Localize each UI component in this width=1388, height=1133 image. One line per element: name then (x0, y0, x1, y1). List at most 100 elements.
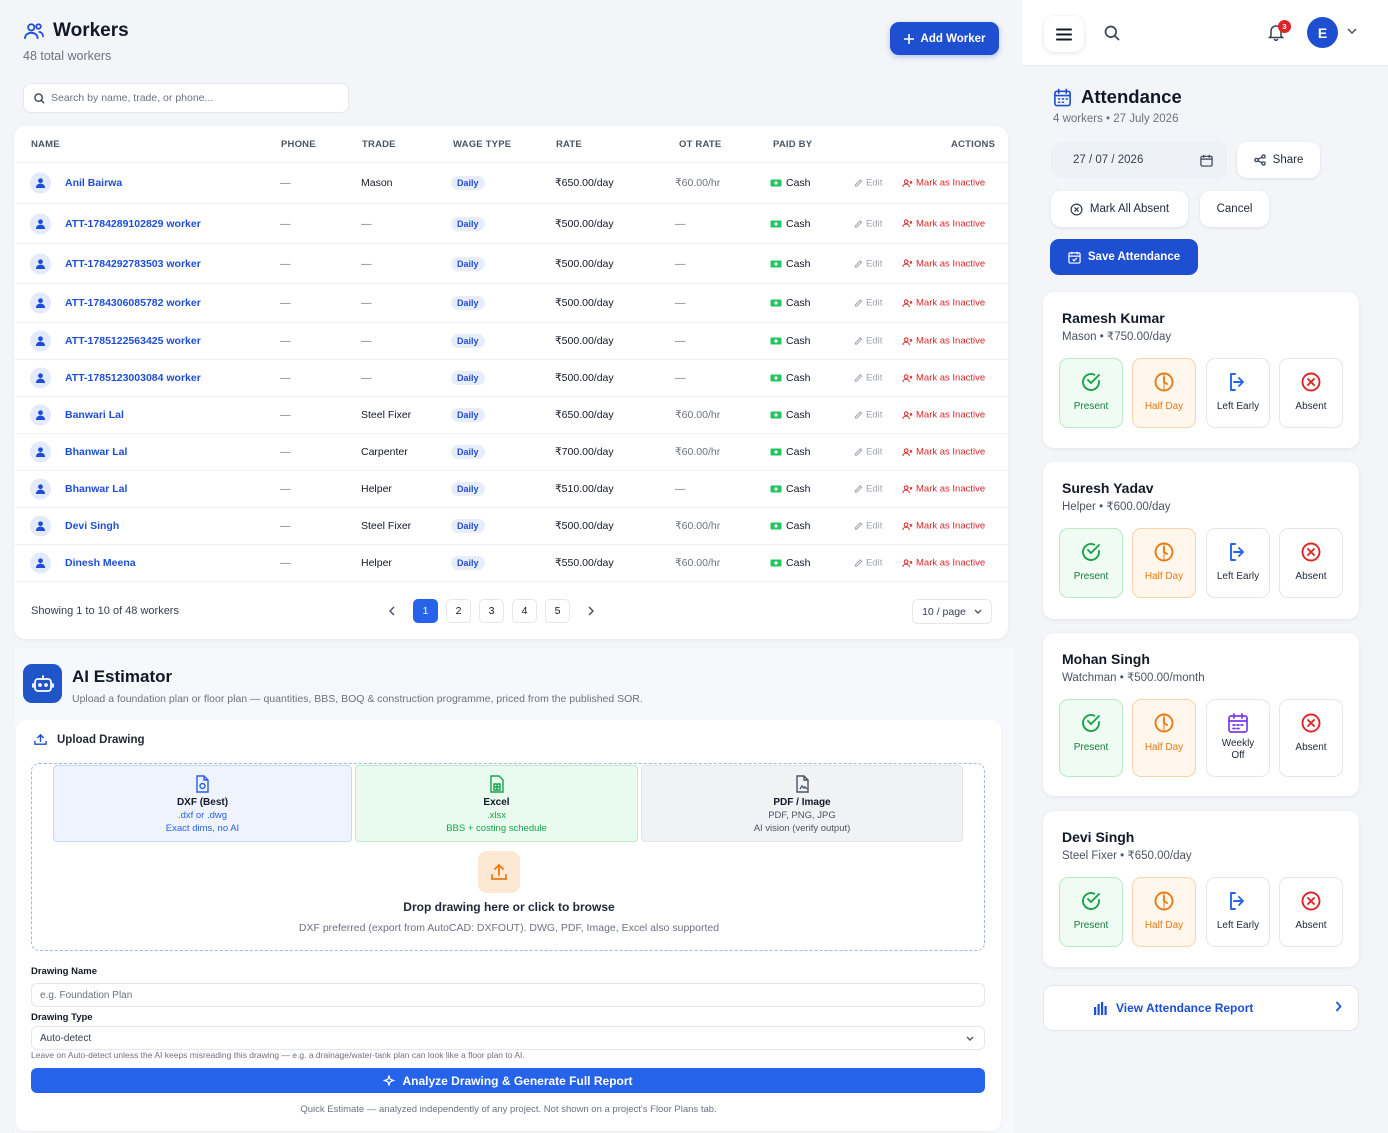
status-present-button[interactable]: Present (1059, 699, 1123, 777)
status-half-day-button[interactable]: Half Day (1132, 528, 1196, 598)
mark-inactive-button[interactable]: Mark as Inactive (902, 336, 985, 347)
prev-page-button[interactable] (380, 599, 405, 623)
file-code-icon (195, 775, 210, 793)
option-pdf-title: PDF / Image (773, 797, 831, 808)
drawing-type-select[interactable]: Auto-detect (31, 1026, 985, 1050)
status-present-button[interactable]: Present (1059, 358, 1123, 428)
mark-inactive-label: Mark as Inactive (916, 218, 986, 229)
worker-ot-rate: ₹60.00/hr (675, 409, 721, 421)
worker-name-link[interactable]: Bhanwar Lal (65, 483, 127, 495)
edit-button[interactable]: Edit (854, 178, 882, 189)
user-icon (30, 552, 51, 574)
calendar-icon[interactable] (1200, 154, 1213, 167)
mark-inactive-button[interactable]: Mark as Inactive (902, 558, 985, 569)
mark-inactive-button[interactable]: Mark as Inactive (902, 484, 985, 495)
page-button-3[interactable]: 3 (479, 599, 504, 623)
status-half-day-button[interactable]: Half Day (1132, 358, 1196, 428)
worker-trade: Steel Fixer (361, 520, 412, 532)
estimator-title: AI Estimator (72, 667, 173, 686)
option-dxf-title: DXF (Best) (176, 797, 229, 808)
page-button-2[interactable]: 2 (446, 599, 471, 623)
edit-button[interactable]: Edit (854, 373, 882, 384)
analyze-button[interactable]: Analyze Drawing & Generate Full Report (31, 1068, 985, 1093)
mark-inactive-button[interactable]: Mark as Inactive (902, 258, 985, 269)
worker-name-link[interactable]: ATT-1784292783503 worker (65, 258, 201, 270)
status-absent-button[interactable]: Absent (1279, 699, 1343, 777)
cancel-button[interactable]: Cancel (1200, 191, 1269, 227)
worker-name-link[interactable]: Anil Bairwa (65, 177, 122, 189)
paid-by: Cash (770, 218, 811, 230)
mark-all-absent-button[interactable]: Mark All Absent (1051, 191, 1188, 227)
status-present-button[interactable]: Present (1059, 528, 1123, 598)
mark-inactive-button[interactable]: Mark as Inactive (902, 178, 985, 189)
drop-zone[interactable]: DXF (Best) .dxf or .dwg Exact dims, no A… (31, 763, 985, 951)
worker-name-link[interactable]: Bhanwar Lal (65, 446, 127, 458)
status-left-early-button[interactable]: Left Early (1206, 877, 1270, 947)
mark-inactive-button[interactable]: Mark as Inactive (902, 373, 985, 384)
drawing-name-input[interactable]: e.g. Foundation Plan (31, 983, 985, 1007)
worker-name-link[interactable]: ATT-1785122563425 worker (65, 335, 201, 347)
date-input[interactable]: 27 / 07 / 2026 (1051, 142, 1227, 178)
mark-inactive-button[interactable]: Mark as Inactive (902, 521, 985, 532)
save-attendance-button[interactable]: Save Attendance (1050, 239, 1198, 275)
worker-name-link[interactable]: Banwari Lal (65, 409, 124, 421)
check-circle-icon (1080, 890, 1102, 912)
page-button-4[interactable]: 4 (512, 599, 537, 623)
worker-name-link[interactable]: ATT-1785123003084 worker (65, 372, 201, 384)
edit-button[interactable]: Edit (854, 484, 882, 495)
status-absent-button[interactable]: Absent (1279, 877, 1343, 947)
table-row: ATT-1784306085782 worker — — Daily ₹500.00/d… (14, 284, 1008, 323)
search-icon[interactable] (1104, 25, 1120, 41)
status-half-day-button[interactable]: Half Day (1132, 877, 1196, 947)
status-half-day-button[interactable]: Half Day (1132, 699, 1196, 777)
clock-half-icon (1153, 541, 1175, 563)
mark-inactive-button[interactable]: Mark as Inactive (902, 218, 985, 229)
worker-name-link[interactable]: Dinesh Meena (65, 557, 136, 569)
status-left-early-button[interactable]: Left Early (1206, 528, 1270, 598)
mark-inactive-button[interactable]: Mark as Inactive (902, 447, 985, 458)
user-icon (30, 213, 51, 234)
menu-button[interactable] (1044, 16, 1084, 52)
wage-type-badge: Daily (451, 256, 485, 271)
share-button[interactable]: Share (1237, 142, 1320, 178)
mark-inactive-button[interactable]: Mark as Inactive (902, 410, 985, 421)
edit-button[interactable]: Edit (854, 218, 882, 229)
edit-button[interactable]: Edit (854, 410, 882, 421)
page-button-5[interactable]: 5 (545, 599, 570, 623)
edit-button[interactable]: Edit (854, 258, 882, 269)
status-absent-button[interactable]: Absent (1279, 358, 1343, 428)
status-weekly-off-button[interactable]: Weekly Off (1206, 699, 1270, 777)
pagination-summary: Showing 1 to 10 of 48 workers (31, 605, 179, 617)
worker-name-link[interactable]: ATT-1784289102829 worker (65, 218, 201, 230)
search-input[interactable] (51, 92, 331, 104)
view-attendance-report-link[interactable]: View Attendance Report (1043, 985, 1359, 1031)
status-absent-label: Absent (1295, 571, 1327, 582)
worker-role-rate: Mason • ₹750.00/day (1062, 331, 1172, 343)
worker-name: Suresh Yadav (1062, 480, 1154, 496)
status-left-early-button[interactable]: Left Early (1206, 358, 1270, 428)
worker-name-link[interactable]: ATT-1784306085782 worker (65, 297, 201, 309)
attendance-heading: Attendance (1053, 86, 1182, 108)
page-button-1[interactable]: 1 (413, 599, 438, 623)
option-pdf[interactable]: PDF / Image PDF, PNG, JPG AI vision (ver… (641, 765, 963, 842)
edit-button[interactable]: Edit (854, 298, 882, 309)
add-worker-button[interactable]: Add Worker (890, 22, 999, 55)
mark-inactive-button[interactable]: Mark as Inactive (902, 298, 985, 309)
option-dxf[interactable]: DXF (Best) .dxf or .dwg Exact dims, no A… (53, 765, 352, 842)
avatar[interactable]: E (1307, 17, 1338, 48)
mark-inactive-label: Mark as Inactive (916, 258, 986, 269)
edit-button[interactable]: Edit (854, 558, 882, 569)
per-page-select[interactable]: 10 / page (912, 599, 992, 624)
chevron-down-icon[interactable] (1347, 28, 1357, 34)
edit-button[interactable]: Edit (854, 447, 882, 458)
clock-half-icon (1153, 371, 1175, 393)
next-page-button[interactable] (578, 599, 603, 623)
status-absent-button[interactable]: Absent (1279, 528, 1343, 598)
edit-button[interactable]: Edit (854, 521, 882, 532)
edit-button[interactable]: Edit (854, 336, 882, 347)
worker-name-link[interactable]: Devi Singh (65, 520, 119, 532)
status-present-button[interactable]: Present (1059, 877, 1123, 947)
worker-rate: ₹500.00/day (555, 372, 614, 384)
option-excel[interactable]: Excel .xlsx BBS + costing schedule (355, 765, 638, 842)
worker-trade: — (361, 257, 372, 270)
